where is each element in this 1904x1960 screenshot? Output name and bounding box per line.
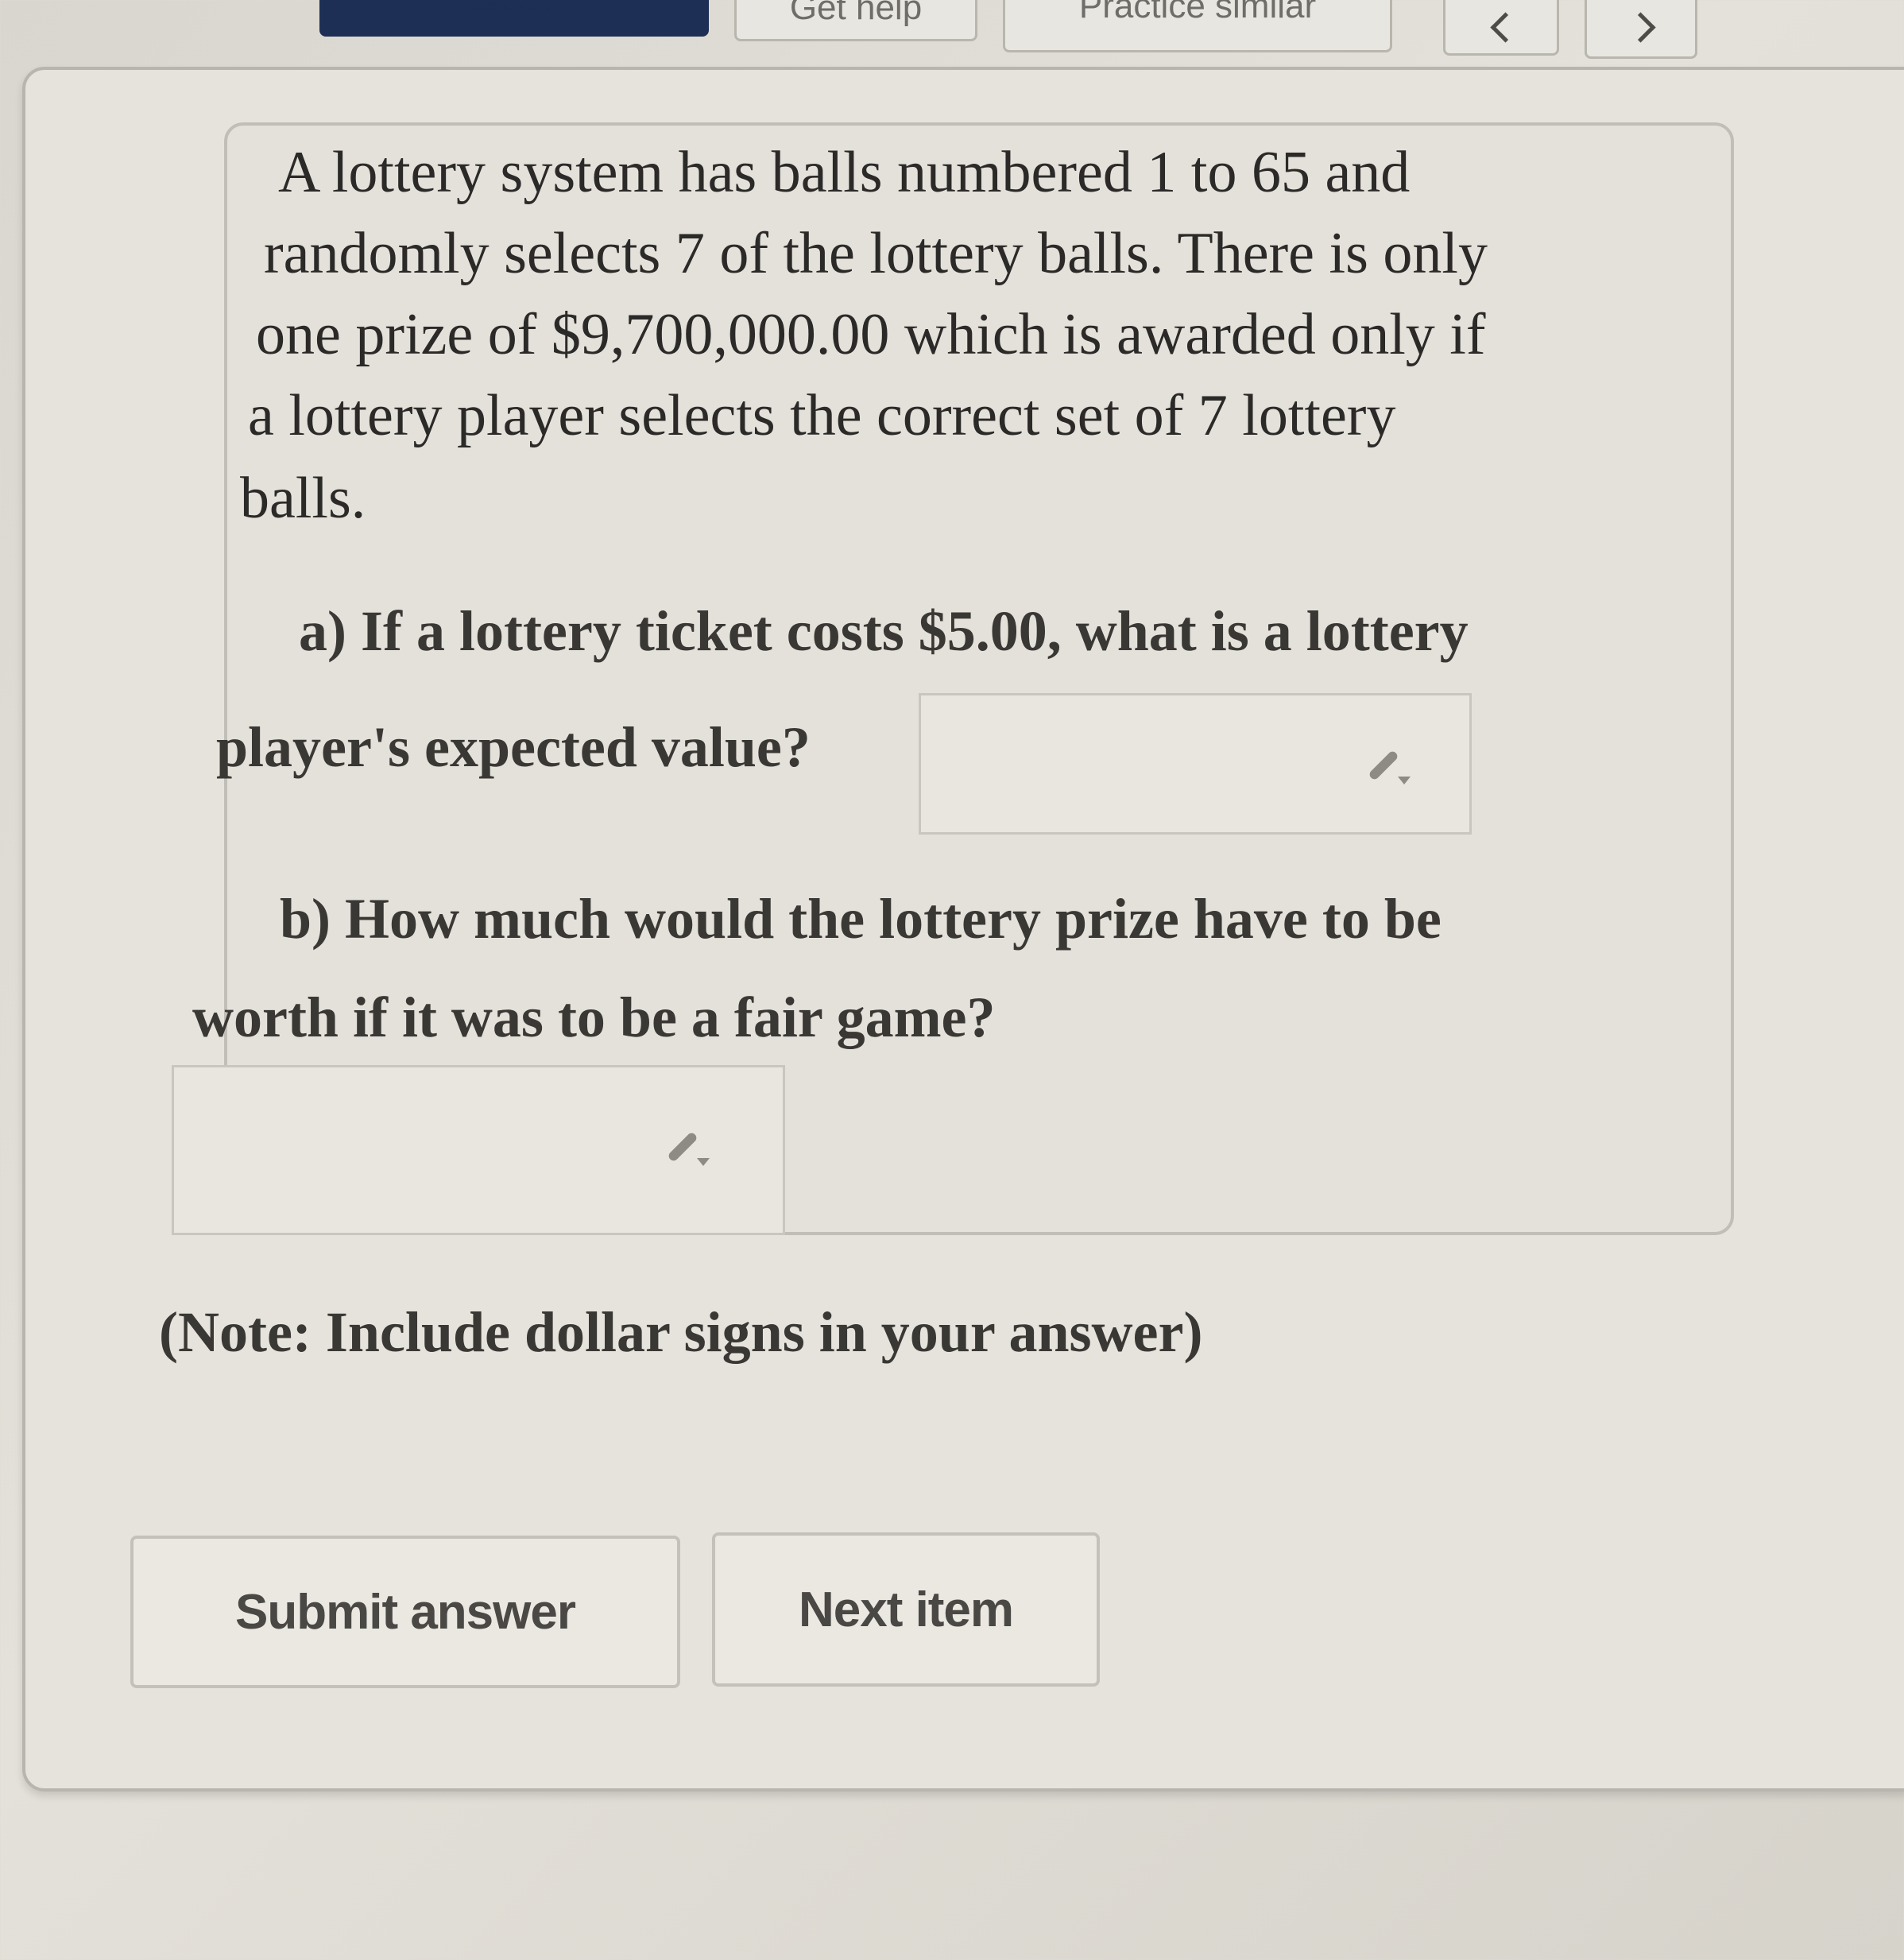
part-b-line-1: b) How much would the lottery prize have… xyxy=(280,887,1442,951)
note-text: (Note: Include dollar signs in your answ… xyxy=(159,1300,1203,1364)
pencil-icon[interactable] xyxy=(1363,740,1418,796)
question-line-1: A lottery system has balls numbered 1 to… xyxy=(278,140,1411,205)
part-a-line-1: a) If a lottery ticket costs $5.00, what… xyxy=(299,599,1469,663)
page: Submit answer Get help Practice similar … xyxy=(0,0,1904,1960)
chevron-right-icon xyxy=(1625,12,1656,43)
top-submit-answer-button[interactable]: Submit answer xyxy=(319,0,709,37)
question-line-5: balls. xyxy=(240,466,366,531)
question-line-3: one prize of $9,700,000.00 which is awar… xyxy=(256,302,1486,367)
chevron-left-icon xyxy=(1490,12,1521,43)
practice-similar-button[interactable]: Practice similar xyxy=(1003,0,1392,52)
part-a-line-2: player's expected value? xyxy=(216,715,811,779)
submit-answer-button[interactable]: Submit answer xyxy=(130,1536,680,1688)
next-question-button[interactable] xyxy=(1585,0,1697,59)
part-b-line-2: worth if it was to be a fair game? xyxy=(192,986,996,1049)
submit-answer-label: Submit answer xyxy=(235,1584,576,1640)
next-item-button[interactable]: Next item xyxy=(712,1532,1100,1687)
get-help-label: Get help xyxy=(789,0,923,27)
next-item-label: Next item xyxy=(798,1582,1014,1637)
top-submit-label: Submit answer xyxy=(472,0,556,13)
question-line-2: randomly selects 7 of the lottery balls.… xyxy=(264,221,1488,286)
part-b-answer-input[interactable] xyxy=(172,1065,785,1235)
pencil-icon[interactable] xyxy=(662,1121,718,1177)
previous-item-button[interactable] xyxy=(1443,0,1559,56)
practice-similar-label: Practice similar xyxy=(1078,0,1317,25)
get-help-button[interactable]: Get help xyxy=(734,0,977,41)
question-line-4: a lottery player selects the correct set… xyxy=(248,383,1396,448)
part-a-answer-input[interactable] xyxy=(919,693,1472,835)
